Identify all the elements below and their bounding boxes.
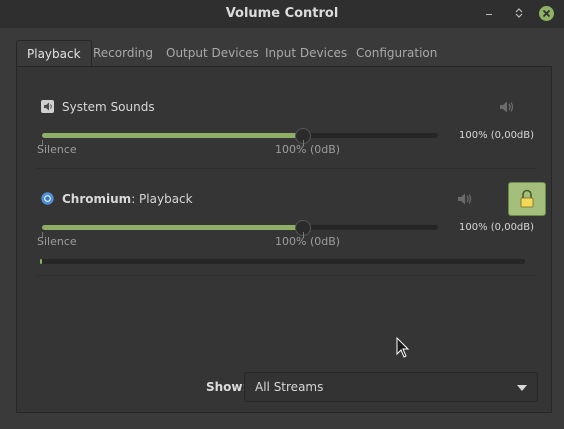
volume-slider[interactable]: [42, 220, 438, 236]
stream-suffix: : Playback: [131, 192, 193, 206]
stream-name: Chromium: Playback: [62, 192, 193, 206]
maximize-button[interactable]: [511, 5, 527, 21]
tab-recording[interactable]: Recording: [83, 40, 163, 66]
title-bar: Volume Control: [0, 0, 564, 28]
minimize-button[interactable]: [481, 5, 497, 21]
tab-playback[interactable]: Playback: [16, 40, 92, 68]
show-filter-dropdown[interactable]: All Streams: [244, 372, 538, 402]
mute-toggle-icon[interactable]: [457, 192, 473, 206]
show-label: Show:: [206, 380, 248, 394]
playback-panel: System Sounds Silence 100% (0dB) 100% (0…: [16, 66, 552, 413]
volume-value: 100% (0,00dB): [459, 130, 535, 141]
tab-output-devices[interactable]: Output Devices: [156, 40, 269, 66]
maximize-icon: [515, 8, 523, 18]
lock-channels-button[interactable]: [508, 182, 546, 216]
tab-input-devices[interactable]: Input Devices: [255, 40, 357, 66]
silence-label: Silence: [37, 143, 77, 156]
level-meter-fill: [40, 259, 42, 264]
chromium-icon: [41, 192, 54, 205]
unity-label: 100% (0dB): [275, 143, 341, 156]
app-name: Chromium: [62, 192, 132, 206]
level-meter: [40, 259, 525, 264]
mute-toggle-icon[interactable]: [499, 100, 515, 114]
unity-label: 100% (0dB): [275, 235, 341, 248]
stream-separator: [37, 275, 537, 276]
speaker-icon: [41, 100, 54, 113]
volume-slider-fill: [42, 225, 303, 230]
close-button[interactable]: [539, 6, 554, 21]
stream-separator: [37, 168, 537, 169]
lock-icon: [520, 189, 534, 208]
silence-label: Silence: [37, 235, 77, 248]
show-filter-value: All Streams: [255, 380, 324, 394]
close-icon: [542, 9, 551, 18]
chevron-down-icon: [517, 385, 527, 391]
volume-slider[interactable]: [42, 128, 438, 144]
mouse-cursor-icon: [396, 337, 410, 358]
stream-name: System Sounds: [62, 100, 155, 114]
window-title: Volume Control: [225, 6, 339, 21]
volume-slider-fill: [42, 133, 303, 138]
volume-value: 100% (0,00dB): [459, 222, 535, 233]
tab-configuration[interactable]: Configuration: [346, 40, 447, 66]
